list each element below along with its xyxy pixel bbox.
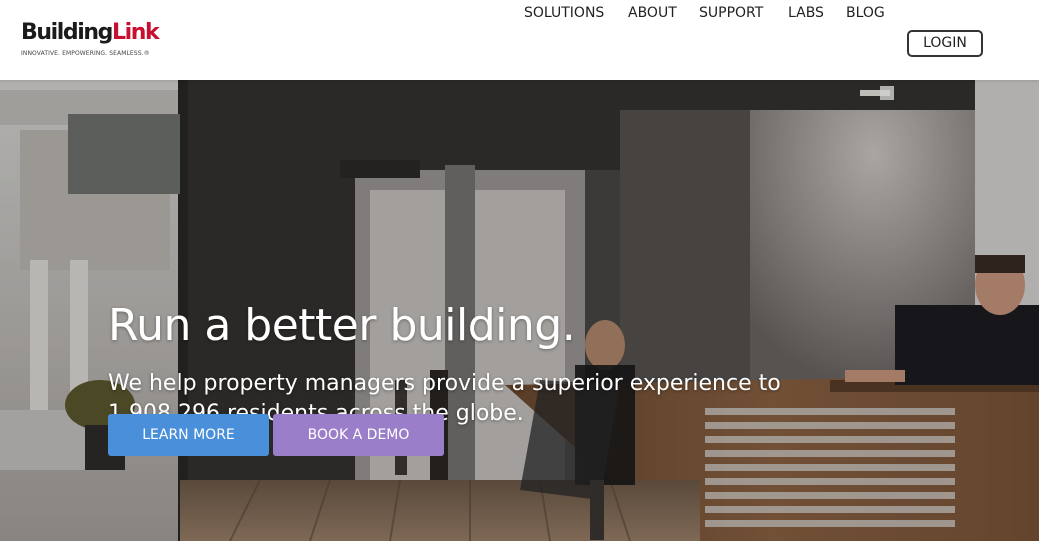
login-button[interactable]: LOGIN — [907, 30, 983, 57]
logo-word-link: Link — [112, 20, 160, 45]
nav-labs[interactable]: LABS — [788, 0, 824, 26]
logo-tagline: INNOVATIVE. EMPOWERING. SEAMLESS.® — [21, 50, 150, 57]
learn-more-button[interactable]: LEARN MORE — [108, 414, 269, 456]
hero-subtitle-line-1: We help property managers provide a supe… — [108, 371, 781, 396]
nav-support[interactable]: SUPPORT — [699, 0, 763, 26]
hero-section: Run a better building. We help property … — [0, 80, 1039, 541]
nav-about[interactable]: ABOUT — [628, 0, 677, 26]
book-demo-button[interactable]: BOOK A DEMO — [273, 414, 444, 456]
nav-solutions[interactable]: SOLUTIONS — [524, 0, 604, 26]
logo-wordmark: BuildingLink — [21, 20, 160, 46]
nav-blog[interactable]: BLOG — [846, 0, 885, 26]
hero-title: Run a better building. — [108, 300, 576, 351]
logo-word-building: Building — [21, 20, 113, 45]
site-header: BuildingLink INNOVATIVE. EMPOWERING. SEA… — [0, 0, 1039, 80]
buildinglink-logo[interactable]: BuildingLink INNOVATIVE. EMPOWERING. SEA… — [21, 20, 160, 57]
